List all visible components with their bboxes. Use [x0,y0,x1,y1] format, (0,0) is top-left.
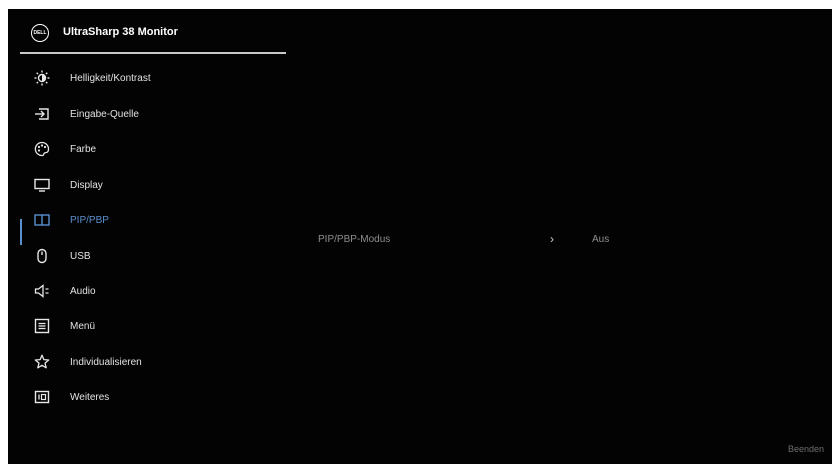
menu-icon [34,318,50,334]
sidebar-item-label: Eingabe-Quelle [70,108,139,120]
sidebar-item-label: Display [70,179,103,191]
sidebar-item-personalize[interactable]: Individualisieren [8,346,278,378]
sidebar-item-label: Menü [70,320,96,332]
sidebar-item-brightness-contrast[interactable]: Helligkeit/Kontrast [8,62,278,94]
chevron-right-icon: › [550,232,554,246]
sidebar-item-label: Individualisieren [70,356,142,368]
sidebar-item-usb[interactable]: USB [8,240,278,272]
sidebar-item-label: PIP/PBP [70,214,109,226]
sidebar-item-label: Audio [70,285,96,297]
dell-logo: DELL [31,24,49,42]
others-icon [34,389,50,405]
header-divider [20,52,286,54]
sidebar-item-color[interactable]: Farbe [8,133,278,165]
sidebar-item-input-source[interactable]: Eingabe-Quelle [8,98,278,130]
sidebar-item-label: Weiteres [70,391,110,403]
brightness-icon [34,70,50,86]
monitor-title: UltraSharp 38 Monitor [63,26,178,38]
sidebar-item-menu[interactable]: Menü [8,310,278,342]
sidebar-item-label: USB [70,250,91,262]
display-icon [34,177,50,193]
star-icon [34,354,50,370]
setting-label: PIP/PBP-Modus [318,234,391,245]
sidebar-item-pip-pbp[interactable]: PIP/PBP [8,204,278,236]
sidebar-item-display[interactable]: Display [8,169,278,201]
color-palette-icon [34,141,50,157]
sidebar-item-label: Helligkeit/Kontrast [70,72,151,84]
usb-mouse-icon [34,248,50,264]
pip-pbp-icon [34,212,50,228]
osd-header: DELL UltraSharp 38 Monitor [8,9,832,54]
sidebar-item-others[interactable]: Weiteres [8,381,278,413]
osd-menu: DELL UltraSharp 38 Monitor Helligkeit/Ko… [8,9,832,464]
setting-value: Aus [592,234,610,245]
exit-button[interactable]: Beenden [788,444,824,454]
speaker-icon [34,283,50,299]
input-source-icon [34,106,50,122]
setting-row-pip-pbp-mode[interactable]: PIP/PBP-Modus › Aus [318,232,618,252]
sidebar-item-audio[interactable]: Audio [8,275,278,307]
sidebar-item-label: Farbe [70,143,97,155]
dell-logo-text: DELL [33,30,47,36]
